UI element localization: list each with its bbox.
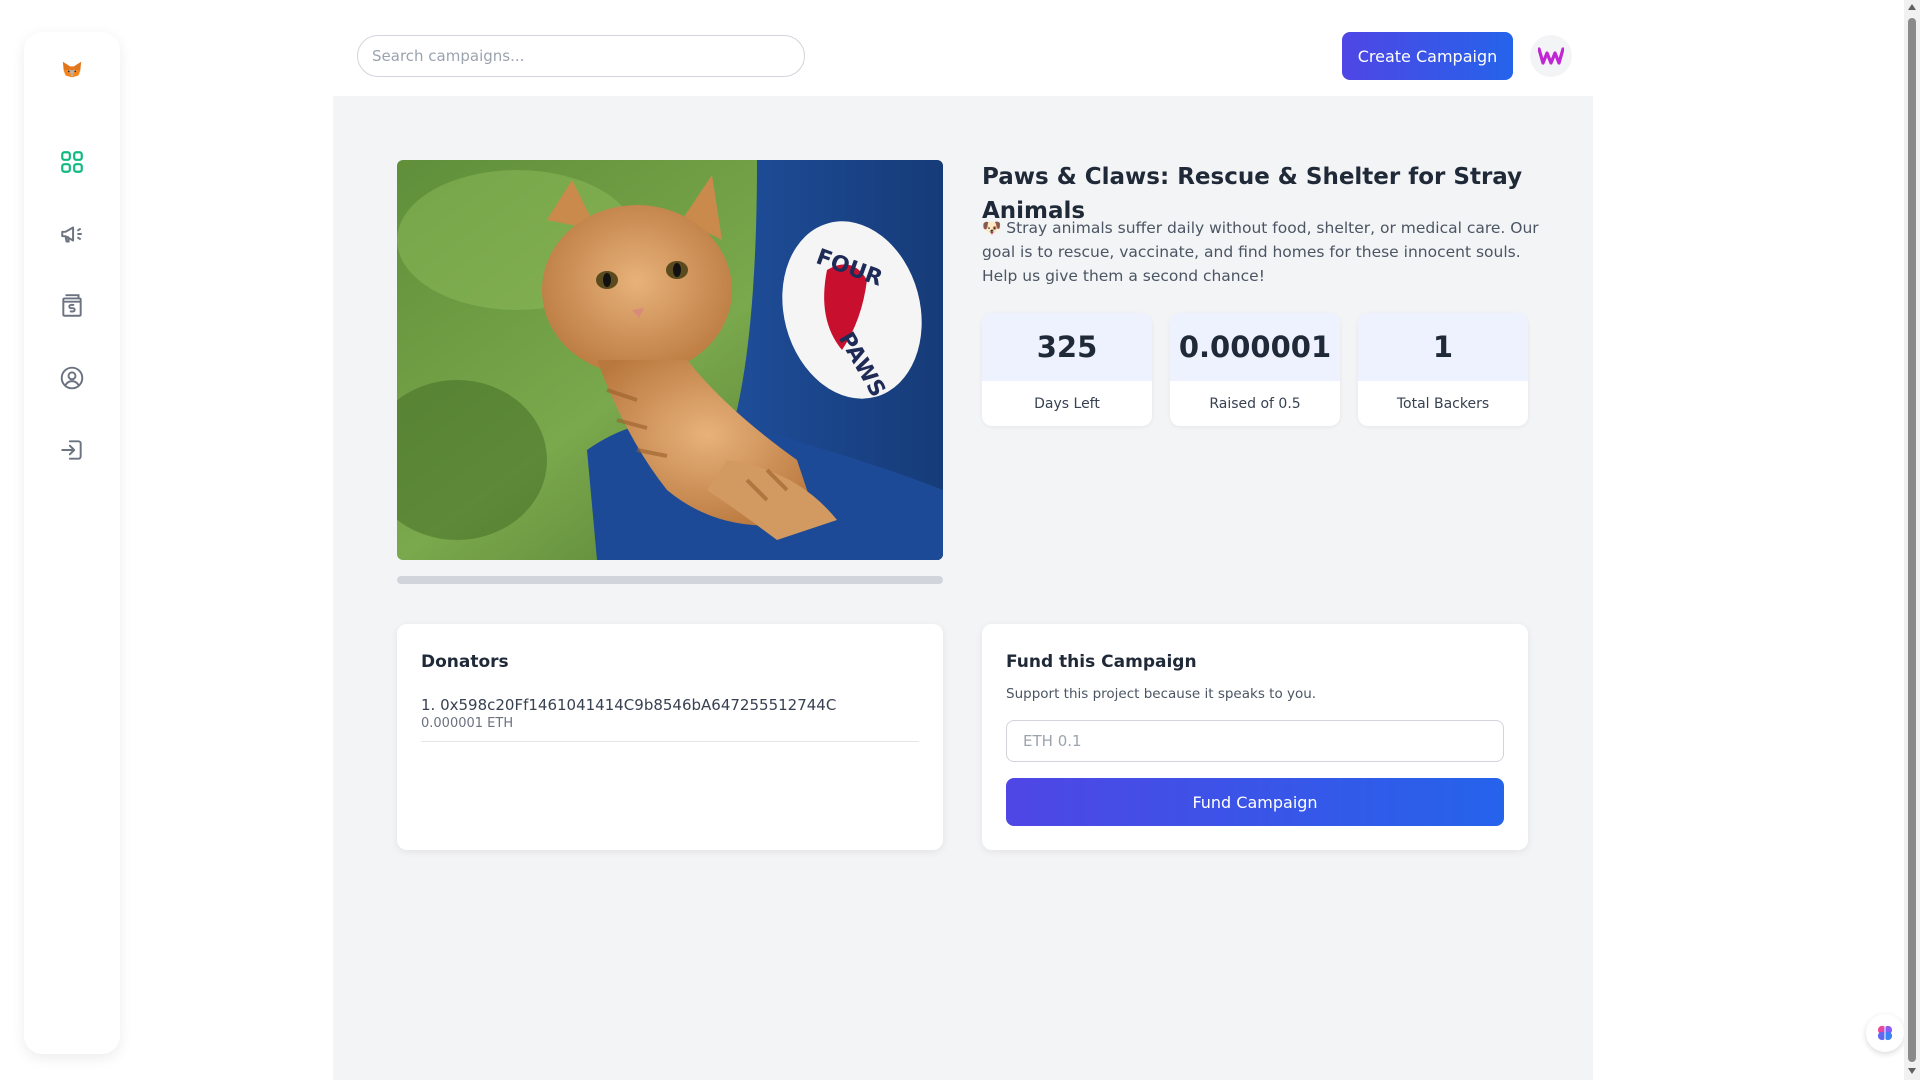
list-item: 1. 0x598c20Ff1461041414C9b8546bA64725551… — [421, 695, 919, 742]
donators-title: Donators — [421, 652, 509, 672]
donators-card: Donators 1. 0x598c20Ff1461041414C9b8546b… — [397, 624, 943, 850]
eth-amount-input[interactable] — [1006, 720, 1504, 762]
stat-value: 325 — [982, 313, 1152, 381]
dashboard-grid-icon[interactable] — [48, 138, 96, 186]
stat-card-backers: 1 Total Backers — [1358, 313, 1528, 426]
megaphone-campaign-icon[interactable] — [48, 210, 96, 258]
stat-value: 1 — [1358, 313, 1528, 381]
stat-card-raised: 0.000001 Raised of 0.5 — [1170, 313, 1340, 426]
fund-subtitle: Support this project because it speaks t… — [1006, 686, 1317, 702]
fund-campaign-button[interactable]: Fund Campaign — [1006, 778, 1504, 826]
campaign-image: FOUR PAWS — [397, 160, 943, 560]
stat-value: 0.000001 — [1170, 313, 1340, 381]
main-content: Create Campaign — [333, 0, 1593, 1080]
user-logo-icon[interactable] — [1530, 35, 1572, 77]
search-input[interactable] — [357, 35, 805, 77]
stat-card-days-left: 325 Days Left — [982, 313, 1152, 426]
metamask-fox-icon[interactable] — [48, 46, 96, 94]
create-campaign-button[interactable]: Create Campaign — [1342, 32, 1513, 80]
campaign-description: 🐶 Stray animals suffer daily without foo… — [982, 219, 1539, 285]
scroll-up-arrow-icon[interactable] — [1908, 4, 1916, 10]
scrollbar-thumb[interactable] — [1908, 18, 1916, 1062]
stat-label: Days Left — [1034, 395, 1100, 412]
fund-card: Fund this Campaign Support this project … — [982, 624, 1528, 850]
sidebar — [24, 32, 120, 1054]
page-scrollbar[interactable] — [1904, 0, 1920, 1080]
donator-address: 1. 0x598c20Ff1461041414C9b8546bA64725551… — [421, 696, 837, 714]
funding-progress-bar — [397, 576, 943, 584]
profile-user-icon[interactable] — [48, 354, 96, 402]
stat-label: Total Backers — [1396, 395, 1490, 412]
fund-title: Fund this Campaign — [1006, 652, 1197, 672]
logout-icon[interactable] — [48, 426, 96, 474]
payment-dollar-icon[interactable] — [48, 282, 96, 330]
top-bar: Create Campaign — [333, 0, 1593, 96]
scroll-down-arrow-icon[interactable] — [1908, 1068, 1916, 1074]
stat-label: Raised of 0.5 — [1209, 395, 1301, 412]
assistant-brain-icon[interactable] — [1866, 1014, 1904, 1052]
donator-amount: 0.000001 ETH — [421, 716, 514, 731]
